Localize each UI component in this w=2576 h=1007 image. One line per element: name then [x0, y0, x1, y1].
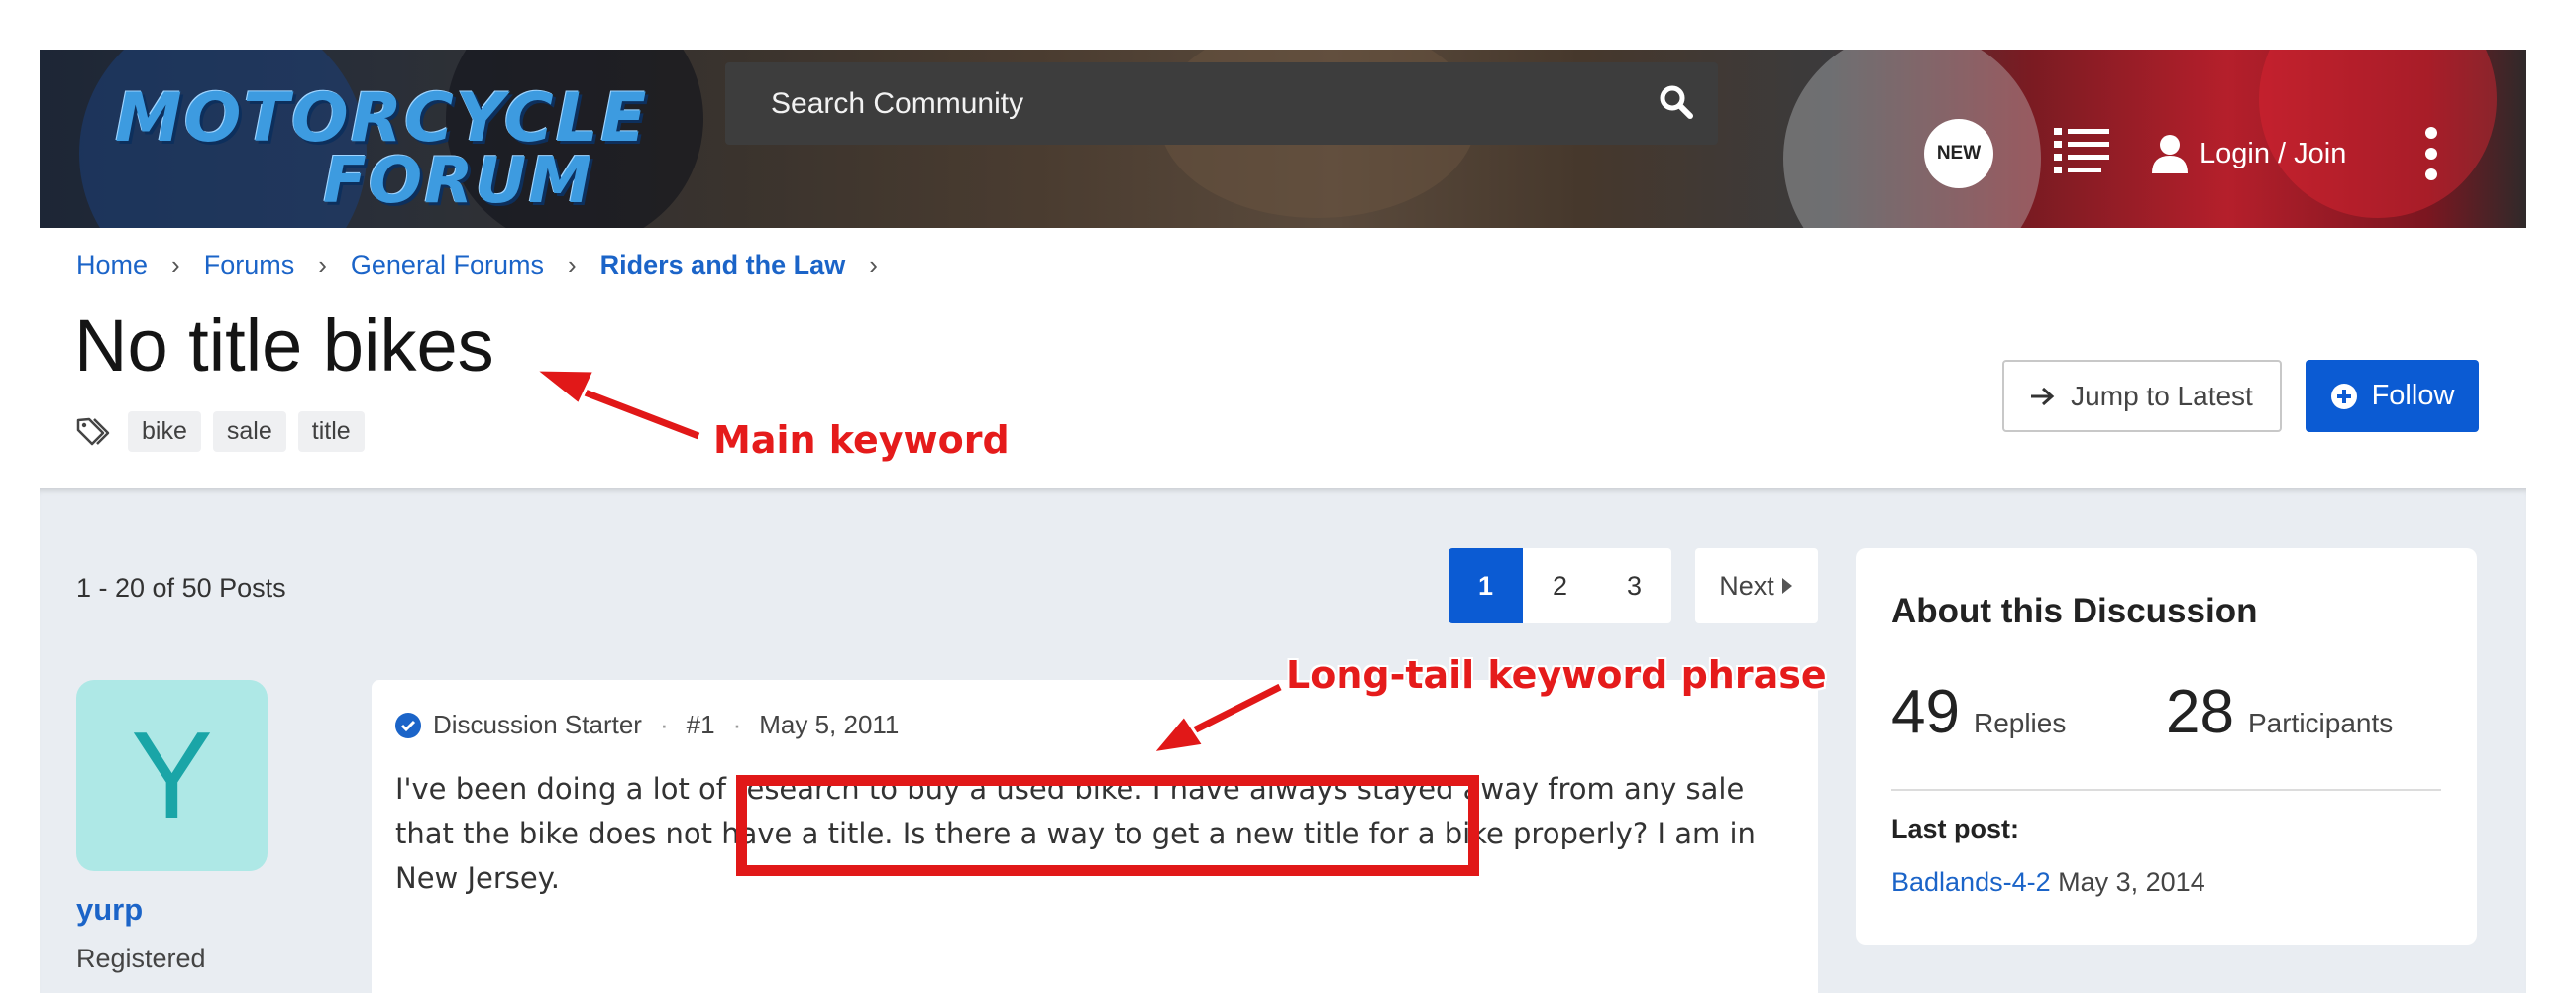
follow-label: Follow	[2371, 380, 2455, 411]
meta-separator: ·	[659, 710, 669, 739]
page-1-button[interactable]: 1	[1449, 548, 1523, 623]
page-2-button[interactable]: 2	[1523, 548, 1597, 623]
logo-line2: FORUM	[323, 145, 594, 218]
post-date[interactable]: May 5, 2011	[759, 710, 899, 740]
annotation-main-keyword: Main keyword	[713, 418, 1010, 462]
breadcrumb: Home › Forums › General Forums › Riders …	[76, 250, 902, 280]
follow-button[interactable]: Follow	[2306, 360, 2479, 432]
new-badge-label: NEW	[1936, 143, 1982, 164]
post-number[interactable]: #1	[687, 710, 715, 740]
new-posts-button[interactable]: NEW	[1924, 119, 1993, 188]
replies-count: 49	[1891, 678, 1960, 746]
breadcrumb-chevron-icon: ›	[869, 250, 878, 280]
list-icon[interactable]	[2054, 126, 2109, 181]
post-count: 1 - 20 of 50 Posts	[76, 573, 286, 603]
kebab-menu-icon[interactable]	[2423, 127, 2439, 180]
participants-label: Participants	[2247, 708, 2394, 738]
tag-title[interactable]: title	[297, 411, 365, 452]
meta-separator: ·	[732, 710, 742, 739]
login-label: Login / Join	[2200, 137, 2347, 169]
last-post-date: May 3, 2014	[2058, 867, 2205, 897]
search-input[interactable]	[725, 62, 1718, 145]
participants-stat: 28 Participants	[2166, 677, 2393, 747]
breadcrumb-chevron-icon: ›	[567, 250, 577, 280]
divider	[1891, 789, 2441, 791]
caret-right-icon	[1781, 578, 1792, 594]
participants-count: 28	[2166, 678, 2234, 746]
search-bar[interactable]	[725, 62, 1718, 145]
avatar[interactable]: Y	[76, 680, 268, 871]
avatar-letter: Y	[131, 707, 213, 844]
discussion-starter-label: Discussion Starter	[433, 710, 642, 739]
breadcrumb-general-forums[interactable]: General Forums	[351, 250, 544, 280]
verified-check-icon	[395, 712, 421, 738]
login-join-button[interactable]: Login / Join	[2152, 132, 2346, 175]
about-title: About this Discussion	[1891, 592, 2258, 630]
tag-list: bike sale title	[76, 411, 365, 452]
annotation-long-tail: Long-tail keyword phrase	[1286, 653, 1827, 697]
jump-to-latest-button[interactable]: Jump to Latest	[2002, 360, 2282, 432]
jump-label: Jump to Latest	[2071, 380, 2253, 411]
site-logo[interactable]: MOTORCYCLE FORUM	[77, 63, 646, 222]
user-icon	[2152, 135, 2188, 173]
last-post-info: Badlands-4-2 May 3, 2014	[1891, 867, 2205, 898]
arrow-main-keyword	[530, 368, 701, 443]
tags-icon	[76, 417, 110, 445]
next-page-button[interactable]: Next	[1695, 548, 1818, 623]
tag-bike[interactable]: bike	[128, 411, 201, 452]
user-role: Registered	[76, 944, 206, 973]
page-3-button[interactable]: 3	[1597, 548, 1671, 623]
replies-label: Replies	[1973, 708, 2067, 738]
breadcrumb-chevron-icon: ›	[318, 250, 327, 280]
pagination: 1 2 3	[1449, 548, 1671, 623]
highlight-box	[736, 775, 1479, 876]
last-post-user[interactable]: Badlands-4-2	[1891, 867, 2051, 897]
breadcrumb-forums[interactable]: Forums	[204, 250, 295, 280]
plus-circle-icon	[2330, 383, 2357, 409]
breadcrumb-home[interactable]: Home	[76, 250, 148, 280]
breadcrumb-chevron-icon: ›	[171, 250, 180, 280]
replies-stat: 49 Replies	[1891, 677, 2066, 747]
page-title: No title bikes	[74, 304, 494, 387]
breadcrumb-riders-law[interactable]: Riders and the Law	[600, 250, 846, 280]
post-meta: Discussion Starter · #1 · May 5, 2011	[395, 710, 899, 740]
tag-sale[interactable]: sale	[212, 411, 286, 452]
about-discussion-card: About this Discussion 49 Replies 28 Part…	[1856, 548, 2477, 945]
arrow-right-icon	[2031, 387, 2055, 405]
next-label: Next	[1719, 570, 1774, 601]
username[interactable]: yurp	[76, 892, 143, 928]
last-post-label: Last post:	[1891, 814, 2020, 843]
search-icon[interactable]	[1657, 82, 1696, 122]
